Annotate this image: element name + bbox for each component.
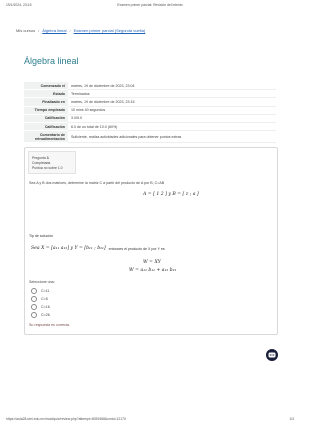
breadcrumb-separator: / — [69, 28, 71, 33]
breadcrumb-item-exam[interactable]: Examen primer parcial (Segunda vuelta) — [74, 28, 146, 33]
summary-label: Comentario de retroalimentación — [24, 130, 68, 144]
page-title: Álgebra lineal — [24, 56, 79, 66]
chat-icon — [268, 352, 276, 357]
summary-value: Suficiente, realiza actividades adiciona… — [68, 130, 276, 144]
question-text: Sea A y B dos matrices, determine la mat… — [29, 181, 165, 185]
print-url: https://aula28.utel.edu.mx/mod/quiz/revi… — [6, 417, 126, 421]
answer-option-label: C=5 — [41, 297, 48, 301]
print-page-title: Examen primer parcial: Revisión del inte… — [117, 3, 183, 7]
question-card: Pregunta 1 Completada Puntúa no sobre 1.… — [24, 147, 278, 335]
question-status: Completada — [32, 161, 51, 165]
breadcrumb-item-mis-cursos[interactable]: Mis cursos — [16, 28, 35, 33]
radio-button[interactable] — [31, 288, 37, 294]
question-info: Pregunta 1 Completada Puntúa no sobre 1.… — [28, 151, 76, 174]
print-footer: https://aula28.utel.edu.mx/mod/quiz/revi… — [6, 417, 294, 421]
formula-w-definition: W = XY — [143, 260, 161, 265]
summary-row: Comentario de retroalimentación Suficient… — [24, 130, 276, 144]
hint-row: Sea X = [a₁₁ a₁₂] y Y = [b₁₁ ; b₂₁] ento… — [31, 246, 165, 251]
hint-label: Tip de solución — [29, 234, 54, 238]
summary-label: Tiempo empleado — [24, 106, 68, 115]
summary-value: martes, 19 de diciembre de 2023, 23:15 — [68, 97, 276, 107]
answer-option[interactable]: C=26 — [31, 312, 50, 318]
select-label: Seleccione una: — [29, 280, 55, 284]
breadcrumb-item-course[interactable]: Álgebra lineal — [42, 28, 66, 33]
answer-option-label: C=26 — [41, 313, 50, 317]
summary-value: 3.0/5.0 — [68, 114, 276, 123]
summary-label: Finalizado en — [24, 97, 68, 107]
attempt-summary-table: Comenzado el martes, 19 de diciembre de 2… — [24, 82, 276, 144]
answer-option[interactable]: C=5 — [31, 296, 48, 302]
radio-button[interactable] — [31, 296, 37, 302]
breadcrumb: Mis cursos / Álgebra lineal / Examen pri… — [16, 28, 145, 33]
summary-label: Calificación — [24, 114, 68, 123]
summary-label: Comenzado el — [24, 82, 68, 91]
summary-label: Calificación — [24, 122, 68, 132]
summary-value: 10 mins 40 segundos — [68, 106, 276, 115]
radio-button[interactable] — [31, 312, 37, 318]
summary-row: Calificación 3.0/5.0 — [24, 114, 276, 123]
hint-formula-xy: Sea X = [a₁₁ a₁₂] y Y = [b₁₁ ; b₂₁] — [31, 246, 106, 251]
summary-value: Terminados — [68, 89, 276, 99]
formula-w-expansion: W = a₁₁ b₁₁ + a₁₂ b₂₁ — [129, 268, 177, 273]
question-label: Pregunta — [32, 156, 46, 160]
question-score: Puntúa no sobre 1.0 — [32, 166, 63, 170]
answer-option[interactable]: C=16 — [31, 304, 50, 310]
summary-row: Tiempo empleado 10 mins 40 segundos — [24, 106, 276, 115]
summary-label: Estado — [24, 89, 68, 99]
summary-row: Finalizado en martes, 19 de diciembre de … — [24, 97, 276, 107]
radio-button[interactable] — [31, 304, 37, 310]
breadcrumb-separator: / — [38, 28, 40, 33]
print-page-number: 1/3 — [289, 417, 294, 421]
answer-feedback: Su respuesta es correcta. — [29, 323, 70, 327]
matrix-formula: A = [ 1 2 ] y B = [ z ; a ] — [143, 192, 199, 197]
answer-option[interactable]: C=11 — [31, 288, 49, 294]
answer-option-label: C=11 — [41, 289, 50, 293]
answer-option-label: C=16 — [41, 305, 50, 309]
chat-button[interactable] — [266, 349, 278, 361]
summary-row: Comenzado el martes, 19 de diciembre de 2… — [24, 82, 276, 91]
summary-row: Calificación 6.0 de un total de 10.0 (60%… — [24, 122, 276, 132]
summary-value: martes, 19 de diciembre de 2023, 23:04 — [68, 82, 276, 91]
summary-row: Estado Terminados — [24, 89, 276, 99]
summary-value: 6.0 de un total de 10.0 (60%) — [68, 122, 276, 132]
hint-text: entonces el producto de X por Y es — [108, 246, 165, 251]
question-number: 1 — [46, 155, 49, 160]
print-header: 19/1/2024, 23:15 Examen primer parcial: … — [6, 3, 294, 7]
